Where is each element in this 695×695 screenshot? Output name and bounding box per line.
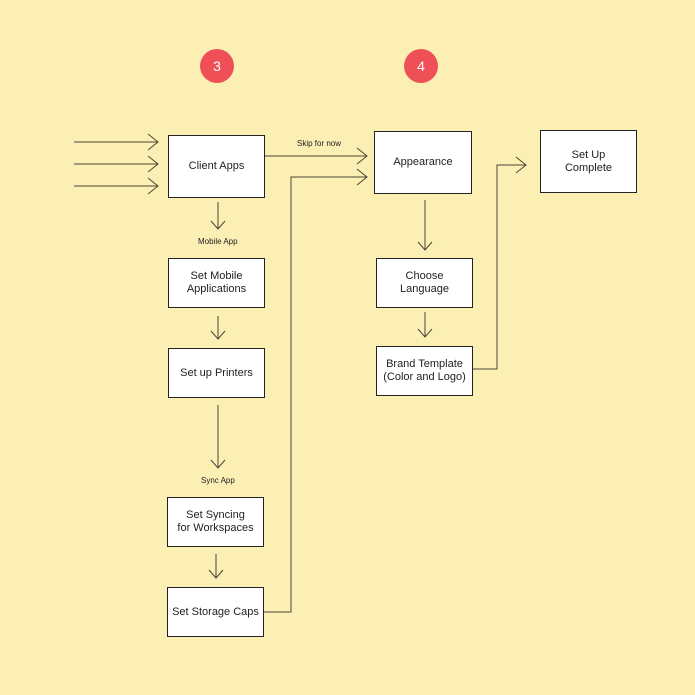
connectors xyxy=(74,133,527,613)
node-client-apps[interactable]: Client Apps xyxy=(168,135,265,198)
incoming-arrow-3 xyxy=(74,177,159,195)
node-set-up-complete[interactable]: Set Up Complete xyxy=(540,130,637,193)
skip-arrow xyxy=(263,147,368,165)
arrow-mobile-to-printers xyxy=(210,316,226,340)
arrow-language-to-brand xyxy=(417,312,433,338)
label-sync-app: Sync App xyxy=(201,476,235,485)
arrow-client-to-mobile xyxy=(210,202,226,230)
label-skip-for-now: Skip for now xyxy=(297,139,342,148)
node-set-mobile-applications[interactable]: Set Mobile Applications xyxy=(168,258,265,308)
arrow-appearance-to-language xyxy=(417,200,433,251)
step-badge-4: 4 xyxy=(404,49,438,83)
incoming-arrow-1 xyxy=(74,133,159,151)
arrow-sync-to-storage xyxy=(208,554,224,579)
node-set-up-printers[interactable]: Set up Printers xyxy=(168,348,265,398)
step-badge-3: 3 xyxy=(200,49,234,83)
arrow-brand-to-complete xyxy=(473,156,527,370)
node-brand-template[interactable]: Brand Template (Color and Logo) xyxy=(376,346,473,396)
label-mobile-app: Mobile App xyxy=(198,237,238,246)
node-set-syncing[interactable]: Set Syncing for Workspaces xyxy=(167,497,264,547)
node-choose-language[interactable]: Choose Language xyxy=(376,258,473,308)
storage-to-appearance-arrow xyxy=(263,168,368,613)
incoming-arrow-2 xyxy=(74,155,159,173)
node-set-storage-caps[interactable]: Set Storage Caps xyxy=(167,587,264,637)
arrow-printers-to-sync xyxy=(210,405,226,469)
node-appearance[interactable]: Appearance xyxy=(374,131,472,194)
